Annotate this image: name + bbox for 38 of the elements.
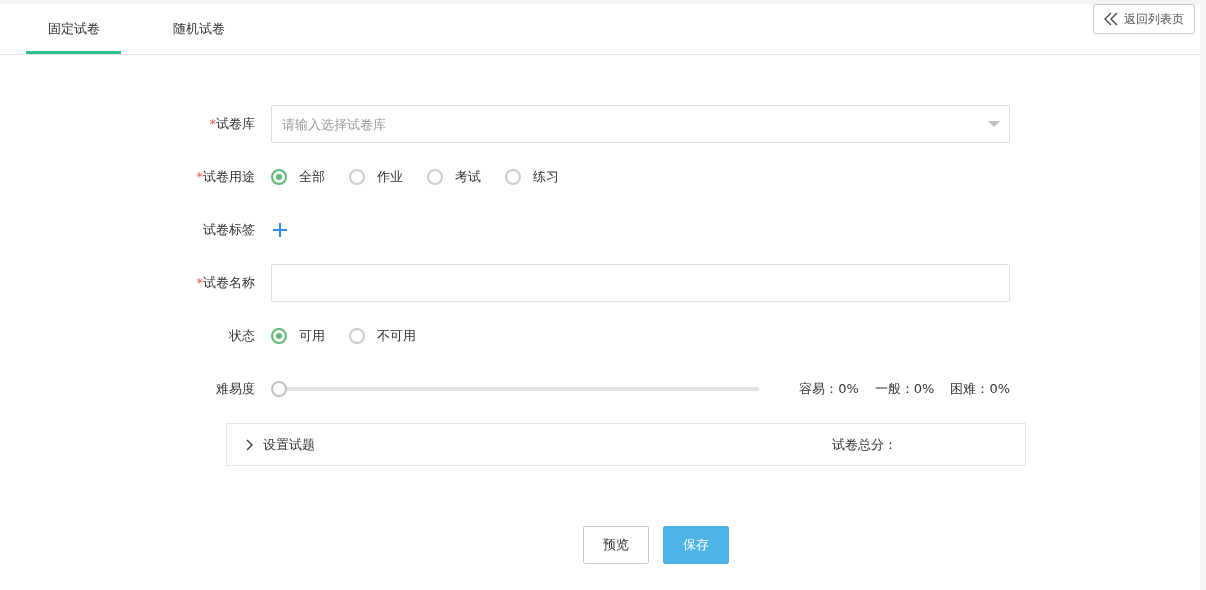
tab[interactable]: 固定试卷 xyxy=(26,4,121,54)
radio-button[interactable] xyxy=(271,169,287,185)
radio-button[interactable] xyxy=(505,169,521,185)
dropdown-caret-icon xyxy=(988,121,1000,127)
radio-label[interactable]: 不可用 xyxy=(377,327,416,345)
double-chevron-left-icon xyxy=(1104,12,1118,26)
slider-thumb[interactable] xyxy=(271,381,287,397)
radio-label[interactable]: 全部 xyxy=(299,168,325,186)
field-label-text: 试卷用途 xyxy=(203,169,255,184)
required-asterisk: * xyxy=(196,169,203,184)
section-toggle[interactable]: 设置试题 xyxy=(245,435,315,454)
percentage-reading: 容易：0% xyxy=(799,380,859,398)
radio-label[interactable]: 可用 xyxy=(299,327,325,345)
field-label-text: 试卷库 xyxy=(216,116,255,131)
radio-button[interactable] xyxy=(427,169,443,185)
add-tag-button[interactable] xyxy=(271,221,289,239)
preview-button[interactable]: 预览 xyxy=(583,526,649,564)
select-field[interactable]: 请输入选择试卷库 xyxy=(271,105,1010,143)
radio-button[interactable] xyxy=(349,328,365,344)
percentage-reading: 一般：0% xyxy=(874,380,935,398)
total-score-label: 试卷总分： xyxy=(832,435,897,454)
required-asterisk: * xyxy=(209,116,216,131)
required-asterisk: * xyxy=(196,275,203,290)
radio-label[interactable]: 考试 xyxy=(455,168,481,186)
radio-label[interactable]: 作业 xyxy=(377,168,403,186)
percentage-reading: 困难：0% xyxy=(950,380,1010,398)
back-button[interactable]: 返回列表页 xyxy=(1093,4,1195,34)
field-label: 状态 xyxy=(228,327,256,345)
plus-icon xyxy=(273,223,287,237)
field-label: 试卷标签 xyxy=(202,221,256,239)
tab[interactable]: 随机试卷 xyxy=(151,4,246,54)
radio-button[interactable] xyxy=(349,169,365,185)
field-label-text: 试卷名称 xyxy=(203,275,255,290)
radio-label[interactable]: 练习 xyxy=(533,168,559,186)
field-label: 难易度 xyxy=(215,380,256,398)
text-field[interactable] xyxy=(271,264,1010,302)
radio-button[interactable] xyxy=(271,328,287,344)
slider-track[interactable] xyxy=(271,381,759,397)
